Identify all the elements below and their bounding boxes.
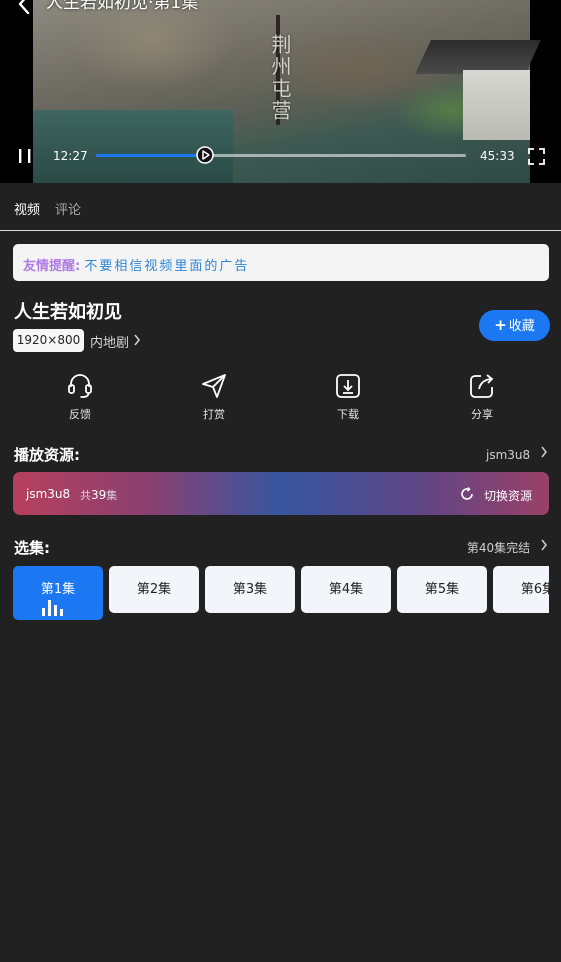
- tab-divider: [0, 230, 561, 231]
- tip-action[interactable]: 打赏: [184, 372, 244, 422]
- collect-label: 收藏: [508, 319, 535, 334]
- tab-comments[interactable]: 评论: [55, 199, 81, 218]
- download-label: 下载: [337, 408, 359, 421]
- episode-button[interactable]: 第2集: [109, 566, 199, 613]
- share-label: 分享: [471, 408, 493, 421]
- feedback-action[interactable]: 反馈: [50, 372, 110, 422]
- video-title: 人生若如初见·第1集: [46, 0, 199, 13]
- chevron-right-icon: [541, 446, 547, 458]
- video-scene-wall: [463, 70, 530, 140]
- video-scene-roof: [415, 40, 541, 74]
- show-title: 人生若如初见: [14, 302, 122, 323]
- episode-button[interactable]: 第3集: [205, 566, 295, 613]
- video-player[interactable]: 荆州屯营 人生若如初见·第1集 12:27 45:33: [0, 0, 561, 183]
- back-arrow-icon[interactable]: [12, 0, 36, 14]
- refresh-icon: [461, 487, 473, 500]
- paper-plane-icon: [202, 374, 226, 398]
- feedback-label: 反馈: [69, 408, 91, 421]
- tip-label: 打赏: [203, 408, 225, 421]
- resolution-badge: 1920×800: [13, 329, 84, 352]
- source-bar[interactable]: jsm3u8 共39集 切换资源: [13, 472, 549, 515]
- episodes-status-link[interactable]: 第40集完结: [467, 539, 548, 556]
- content-tabs: 视频 评论: [0, 183, 561, 230]
- notice-banner: 友情提醒: 不要相信视频里面的广告: [13, 244, 549, 281]
- region-label: 内地剧: [90, 336, 130, 351]
- source-name: jsm3u8: [26, 487, 71, 501]
- current-source: jsm3u8: [486, 448, 531, 462]
- episodes-section-title: 选集:: [14, 539, 50, 557]
- download-action[interactable]: 下载: [318, 372, 378, 422]
- total-time: 45:33: [480, 149, 515, 163]
- progress-bar[interactable]: [96, 146, 466, 164]
- region-link[interactable]: 内地剧: [90, 332, 141, 351]
- source-selector[interactable]: jsm3u8: [486, 446, 548, 462]
- collect-button[interactable]: + 收藏: [479, 310, 550, 341]
- fullscreen-icon[interactable]: [528, 148, 545, 165]
- share-icon: [470, 374, 494, 398]
- notice-label: 友情提醒:: [23, 259, 81, 274]
- progress-fill: [96, 154, 206, 157]
- chevron-right-icon: [134, 334, 141, 346]
- chevron-right-icon: [541, 539, 547, 551]
- current-time: 12:27: [53, 149, 88, 163]
- share-action[interactable]: 分享: [452, 372, 512, 422]
- episodes-status: 第40集完结: [466, 541, 531, 555]
- progress-thumb-icon[interactable]: [196, 146, 214, 164]
- download-icon: [336, 374, 360, 398]
- episode-button[interactable]: 第4集: [301, 566, 391, 613]
- episode-button[interactable]: 第6集: [493, 566, 549, 613]
- headset-icon: [68, 374, 92, 398]
- pause-icon[interactable]: [17, 148, 35, 164]
- notice-text: 不要相信视频里面的广告: [84, 259, 250, 274]
- episode-button[interactable]: 第1集: [13, 566, 103, 620]
- tab-video[interactable]: 视频: [14, 199, 40, 218]
- video-caption-overlay: 荆州屯营: [268, 34, 292, 122]
- playing-bars-icon: [42, 600, 63, 616]
- plus-icon: +: [494, 316, 507, 334]
- episode-count: 共39集: [80, 488, 118, 502]
- source-section-title: 播放资源:: [14, 446, 80, 464]
- switch-source-button[interactable]: 切换资源: [484, 487, 532, 504]
- episode-list: 第1集 第2集 第3集 第4集 第5集 第6集: [13, 566, 549, 622]
- episode-button[interactable]: 第5集: [397, 566, 487, 613]
